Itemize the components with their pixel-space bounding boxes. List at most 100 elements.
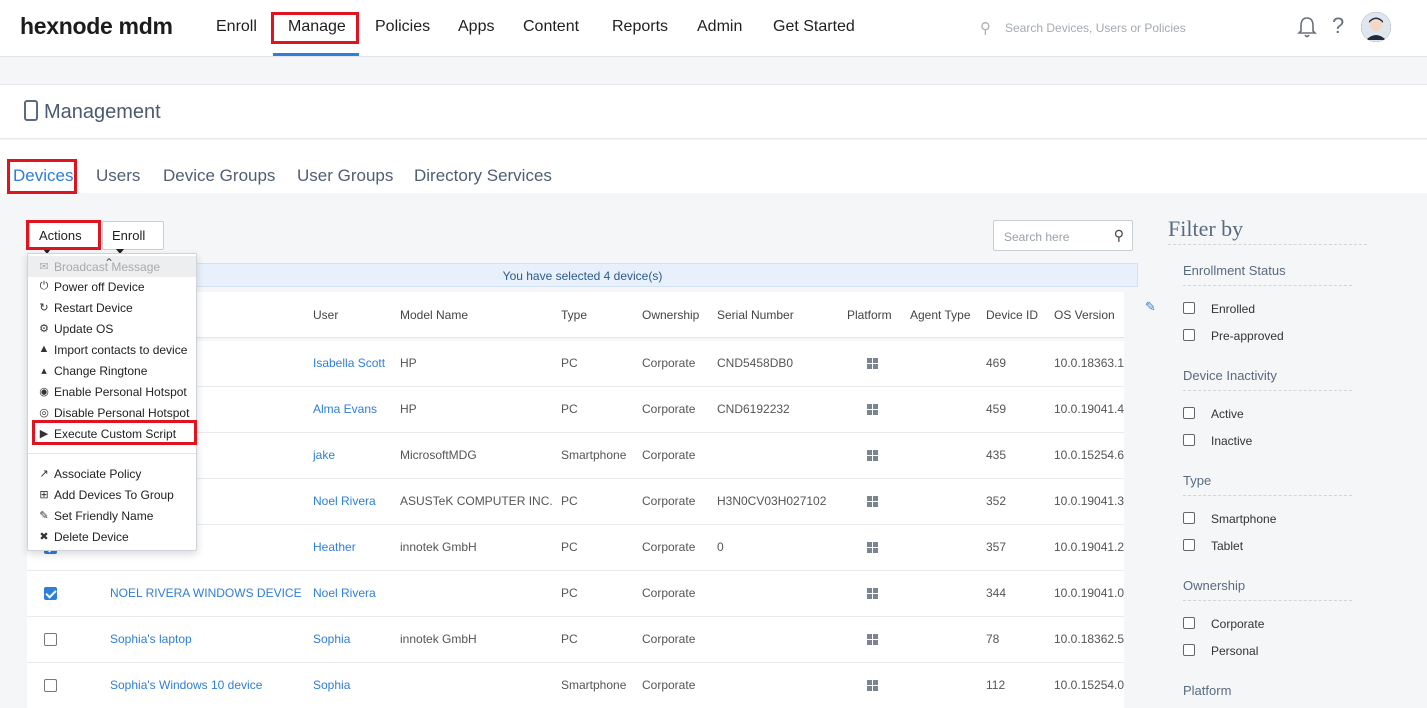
tab-device-groups[interactable]: Device Groups [163, 166, 275, 186]
column-header-type[interactable]: Type [561, 308, 587, 322]
column-header-agent-type[interactable]: Agent Type [910, 308, 971, 322]
cell-type: Smartphone [561, 448, 627, 462]
cell-serial-number: 0 [717, 540, 724, 554]
row-select-checkbox[interactable] [44, 587, 57, 600]
menu-item-associate-policy[interactable]: ↗ Associate Policy [28, 463, 196, 484]
filter-checkbox[interactable] [1183, 434, 1195, 446]
user-avatar[interactable] [1361, 12, 1391, 42]
cell-serial-number: CND6192232 [717, 402, 790, 416]
cell-serial-number: H3N0CV03H027102 [717, 494, 827, 508]
notification-bell-icon[interactable] [1296, 15, 1318, 39]
table-row[interactable]: NOEL RIVERA WINDOWS DEVICE Noel Rivera PC C… [27, 571, 1124, 617]
filter-checkbox[interactable] [1183, 617, 1195, 629]
row-select-checkbox[interactable] [44, 679, 57, 692]
menu-item-delete-device[interactable]: ✖ Delete Device [28, 526, 196, 547]
cell-device-id: 469 [986, 356, 1007, 370]
column-header-user[interactable]: User [313, 308, 338, 322]
tab-directory-services[interactable]: Directory Services [414, 166, 552, 186]
cell-os-version: 10.0.15254.6 [1054, 448, 1125, 462]
management-header: Management [0, 84, 1427, 139]
cell-type: PC [561, 540, 578, 554]
collapse-chevron-icon[interactable]: ⌃ [104, 256, 114, 270]
menu-item-label: Import contacts to device [54, 343, 188, 357]
menu-item-change-ringtone[interactable]: ▴ Change Ringtone [28, 360, 196, 381]
nav-active-indicator [273, 53, 359, 56]
column-header-device-id[interactable]: Device ID [986, 308, 1038, 322]
menu-item-execute-custom-script[interactable]: ▶ Execute Custom Script [28, 423, 196, 444]
menu-item-disable-personal-hotspot[interactable]: ◎ Disable Personal Hotspot [28, 402, 196, 423]
nav-policies[interactable]: Policies [375, 18, 430, 36]
help-icon[interactable]: ? [1332, 13, 1344, 39]
filter-section-divider [1183, 600, 1352, 601]
global-search[interactable]: ⚲ Search Devices, Users or Policies [980, 17, 1270, 41]
actions-button[interactable]: Actions [29, 221, 99, 255]
tab-devices[interactable]: Devices [13, 166, 73, 186]
cell-os-version: 10.0.15254.0 [1054, 678, 1125, 692]
device-search-input[interactable]: Search here ⚲ [993, 220, 1133, 251]
filter-checkbox[interactable] [1183, 512, 1195, 524]
nav-admin[interactable]: Admin [697, 18, 742, 36]
cell-ownership: Corporate [642, 678, 696, 692]
filter-section-ownership: Ownership [1183, 578, 1246, 593]
column-header-platform[interactable]: Platform [847, 308, 892, 322]
windows-icon [867, 450, 878, 461]
filter-checkbox[interactable] [1183, 302, 1195, 314]
menu-item-label: Disable Personal Hotspot [54, 406, 190, 420]
edit-columns-pencil-icon[interactable]: ✎ [1145, 299, 1156, 315]
page-title: Management [44, 101, 161, 123]
cell-user[interactable]: Noel Rivera [313, 586, 376, 600]
menu-item-power-off-device[interactable]: ⏻ Power off Device [28, 276, 196, 297]
menu-item-restart-device[interactable]: ↻ Restart Device [28, 297, 196, 318]
filter-checkbox[interactable] [1183, 644, 1195, 656]
search-icon[interactable]: ⚲ [1114, 227, 1124, 244]
filter-section-divider [1183, 285, 1352, 286]
filter-option-label: Personal [1211, 644, 1259, 658]
hexnode-logo[interactable]: hexnode mdm [20, 13, 173, 40]
table-row[interactable]: Sophia's laptop Sophia innotek GmbH PC Corpo… [27, 617, 1124, 663]
plus-square-icon: ⊞ [39, 489, 49, 501]
filter-checkbox[interactable] [1183, 407, 1195, 419]
cell-user[interactable]: Sophia [313, 632, 350, 646]
cell-device-name[interactable]: Sophia's laptop [110, 632, 192, 646]
hotspot-off-icon: ◎ [39, 407, 49, 419]
windows-icon [867, 496, 878, 507]
nav-enroll[interactable]: Enroll [216, 18, 257, 36]
nav-get-started[interactable]: Get Started [773, 18, 855, 36]
cell-os-version: 10.0.19041.4 [1054, 402, 1125, 416]
tab-user-groups[interactable]: User Groups [297, 166, 393, 186]
nav-reports[interactable]: Reports [612, 18, 668, 36]
cell-user[interactable]: Alma Evans [313, 402, 377, 416]
row-select-checkbox[interactable] [44, 633, 57, 646]
cell-user[interactable]: Sophia [313, 678, 350, 692]
filter-checkbox[interactable] [1183, 539, 1195, 551]
nav-content[interactable]: Content [523, 18, 579, 36]
cell-user[interactable]: Isabella Scott [313, 356, 385, 370]
filter-option-label: Enrolled [1211, 302, 1256, 316]
tab-users[interactable]: Users [96, 166, 140, 186]
global-search-placeholder: Search Devices, Users or Policies [1005, 21, 1186, 35]
enroll-button[interactable]: Enroll [102, 221, 164, 255]
filter-checkbox[interactable] [1183, 329, 1195, 341]
top-navbar: hexnode mdm Enroll Manage Policies Apps … [0, 0, 1427, 57]
nav-manage[interactable]: Manage [288, 18, 346, 36]
table-row[interactable]: Sophia's Windows 10 device Sophia Smartpho… [27, 663, 1124, 708]
column-header-ownership[interactable]: Ownership [642, 308, 699, 322]
menu-item-enable-personal-hotspot[interactable]: ◉ Enable Personal Hotspot [28, 381, 196, 402]
nav-apps[interactable]: Apps [458, 18, 494, 36]
menu-item-add-devices-to-group[interactable]: ⊞ Add Devices To Group [28, 484, 196, 505]
menu-item-update-os[interactable]: ⚙ Update OS [28, 318, 196, 339]
menu-item-set-friendly-name[interactable]: ✎ Set Friendly Name [28, 505, 196, 526]
cell-type: PC [561, 494, 578, 508]
column-header-serial-number[interactable]: Serial Number [717, 308, 794, 322]
cell-user[interactable]: Heather [313, 540, 356, 554]
actions-button-label: Actions [39, 228, 82, 243]
cell-device-name[interactable]: NOEL RIVERA WINDOWS DEVICE [110, 586, 302, 600]
menu-item-import-contacts-to-device[interactable]: ▲ Import contacts to device [28, 339, 196, 360]
cell-user[interactable]: jake [313, 448, 335, 462]
menu-item-label: Update OS [54, 322, 114, 336]
cell-ownership: Corporate [642, 356, 696, 370]
cell-user[interactable]: Noel Rivera [313, 494, 376, 508]
cell-device-name[interactable]: Sophia's Windows 10 device [110, 678, 262, 692]
column-header-os-version[interactable]: OS Version [1054, 308, 1115, 322]
column-header-model-name[interactable]: Model Name [400, 308, 468, 322]
